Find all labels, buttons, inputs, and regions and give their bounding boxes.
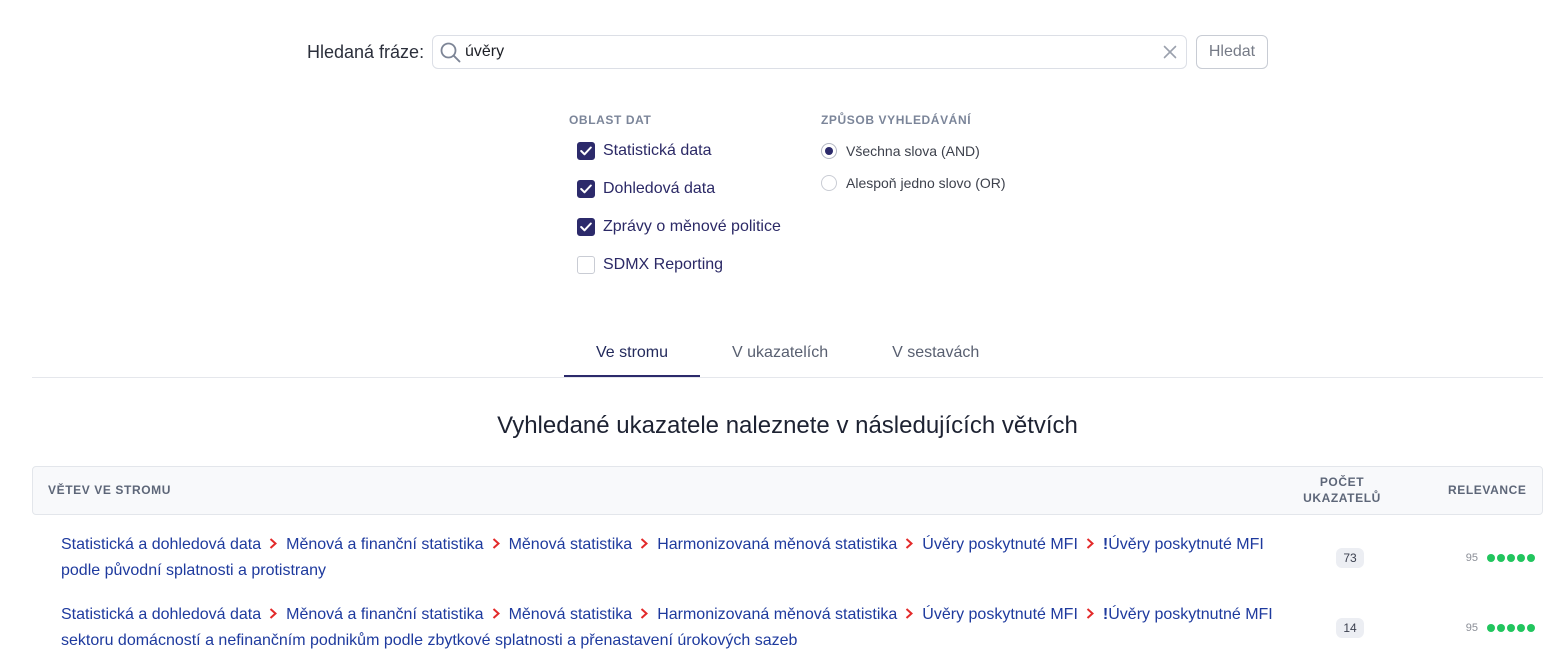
breadcrumb-link[interactable]: Úvěry poskytnuté MFI (922, 536, 1078, 553)
results-heading: Vyhledané ukazatele naleznete v následuj… (497, 412, 1078, 439)
chevron-right-icon (1086, 608, 1094, 619)
relevance-value: 95 (1465, 552, 1478, 564)
search-icon (440, 42, 461, 63)
result-tabs: Ve stromu V ukazatelích V sestavách (564, 337, 1011, 377)
relevance-dot (1487, 624, 1495, 632)
chevron-right-icon (1086, 538, 1094, 549)
checkbox-label: Dohledová data (603, 180, 716, 197)
checkbox-sdmx-reporting[interactable]: SDMX Reporting (577, 255, 723, 275)
radio-label: Alespoň jedno slovo (OR) (846, 175, 1006, 191)
checkbox-box[interactable] (577, 256, 595, 274)
relevance-dot (1497, 554, 1505, 562)
checkbox-box[interactable] (577, 180, 595, 198)
radio-any-word[interactable]: Alespoň jedno slovo (OR) (821, 174, 1006, 192)
breadcrumb-link[interactable]: Měnová a finanční statistika (286, 606, 483, 623)
relevance: 95 (1466, 548, 1535, 568)
relevance-dot (1507, 554, 1515, 562)
chevron-right-icon (641, 538, 649, 549)
relevance-dots (1487, 554, 1535, 562)
close-icon[interactable] (1163, 45, 1177, 59)
chevron-right-icon (492, 538, 500, 549)
radio-dot (825, 147, 833, 155)
breadcrumb-link[interactable]: Harmonizovaná měnová statistika (657, 536, 897, 553)
relevance-dot (1517, 624, 1525, 632)
search-field[interactable] (432, 35, 1187, 69)
breadcrumb-link[interactable]: Statistická a dohledová data (61, 536, 261, 553)
chevron-right-icon (906, 538, 914, 549)
tab-v-ukazatelich[interactable]: V ukazatelích (700, 337, 860, 377)
radio-label: Všechna slova (AND) (846, 143, 980, 159)
data-area-title: OBLAST DAT (569, 113, 652, 127)
indicator-count-badge: 14 (1336, 618, 1364, 638)
tab-v-sestavach[interactable]: V sestavách (860, 337, 1011, 377)
breadcrumb-link[interactable]: Měnová a finanční statistika (286, 536, 483, 553)
chevron-right-icon (906, 608, 914, 619)
breadcrumb-link[interactable]: Statistická a dohledová data (61, 606, 261, 623)
breadcrumb: Statistická a dohledová data Měnová a fin… (61, 532, 1282, 584)
relevance-dots (1487, 624, 1535, 632)
breadcrumb-link[interactable]: Úvěry poskytnuté MFI (922, 606, 1078, 623)
tab-ve-stromu[interactable]: Ve stromu (564, 337, 701, 377)
checkbox-zpravy-o-menove-politice[interactable]: Zprávy o měnové politice (577, 217, 781, 237)
relevance: 95 (1466, 618, 1535, 638)
search-label: Hledaná fráze: (307, 42, 425, 62)
column-header-relevance: RELEVANCE (1448, 483, 1527, 497)
indicator-count-badge: 73 (1336, 548, 1364, 568)
breadcrumb: Statistická a dohledová data Měnová a fin… (61, 602, 1282, 654)
checkbox-label: Statistická data (603, 142, 712, 159)
breadcrumb-link[interactable]: Harmonizovaná měnová statistika (657, 606, 897, 623)
checkbox-statisticka-data[interactable]: Statistická data (577, 141, 712, 161)
radio-all-words[interactable]: Všechna slova (AND) (821, 142, 980, 160)
table-header: VĚTEV VE STROMU POČET UKAZATELŮ RELEVANC… (32, 466, 1543, 515)
tabs-divider (32, 377, 1543, 378)
results-table: VĚTEV VE STROMU POČET UKAZATELŮ RELEVANC… (32, 466, 1543, 663)
checkbox-box[interactable] (577, 142, 595, 160)
checkbox-label: Zprávy o měnové politice (603, 218, 781, 235)
relevance-value: 95 (1465, 622, 1478, 634)
table-row: Statistická a dohledová data Měnová a fin… (32, 593, 1543, 663)
breadcrumb-link[interactable]: Měnová statistika (509, 536, 633, 553)
relevance-dot (1527, 624, 1535, 632)
relevance-dot (1527, 554, 1535, 562)
checkbox-dohledova-data[interactable]: Dohledová data (577, 179, 715, 199)
radio-button[interactable] (821, 143, 837, 159)
radio-button[interactable] (821, 175, 837, 191)
checkmark-icon (580, 222, 592, 232)
table-body: Statistická a dohledová data Měnová a fin… (32, 515, 1543, 663)
column-header-branch: VĚTEV VE STROMU (48, 483, 172, 497)
chevron-right-icon (269, 538, 278, 549)
checkmark-icon (580, 146, 592, 156)
search-button[interactable]: Hledat (1196, 35, 1268, 69)
relevance-dot (1487, 554, 1495, 562)
chevron-right-icon (641, 608, 649, 619)
search-input[interactable] (465, 36, 1145, 68)
table-row: Statistická a dohledová data Měnová a fin… (32, 523, 1543, 593)
checkbox-box[interactable] (577, 218, 595, 236)
search-mode-title: ZPŮSOB VYHLEDÁVÁNÍ (821, 113, 972, 127)
column-header-count: POČET UKAZATELŮ (1303, 475, 1381, 505)
checkmark-icon (580, 184, 592, 194)
chevron-right-icon (269, 608, 278, 619)
checkbox-label: SDMX Reporting (603, 256, 724, 273)
relevance-dot (1507, 624, 1515, 632)
chevron-right-icon (492, 608, 500, 619)
relevance-dot (1517, 554, 1525, 562)
relevance-dot (1497, 624, 1505, 632)
breadcrumb-link[interactable]: Měnová statistika (509, 606, 633, 623)
